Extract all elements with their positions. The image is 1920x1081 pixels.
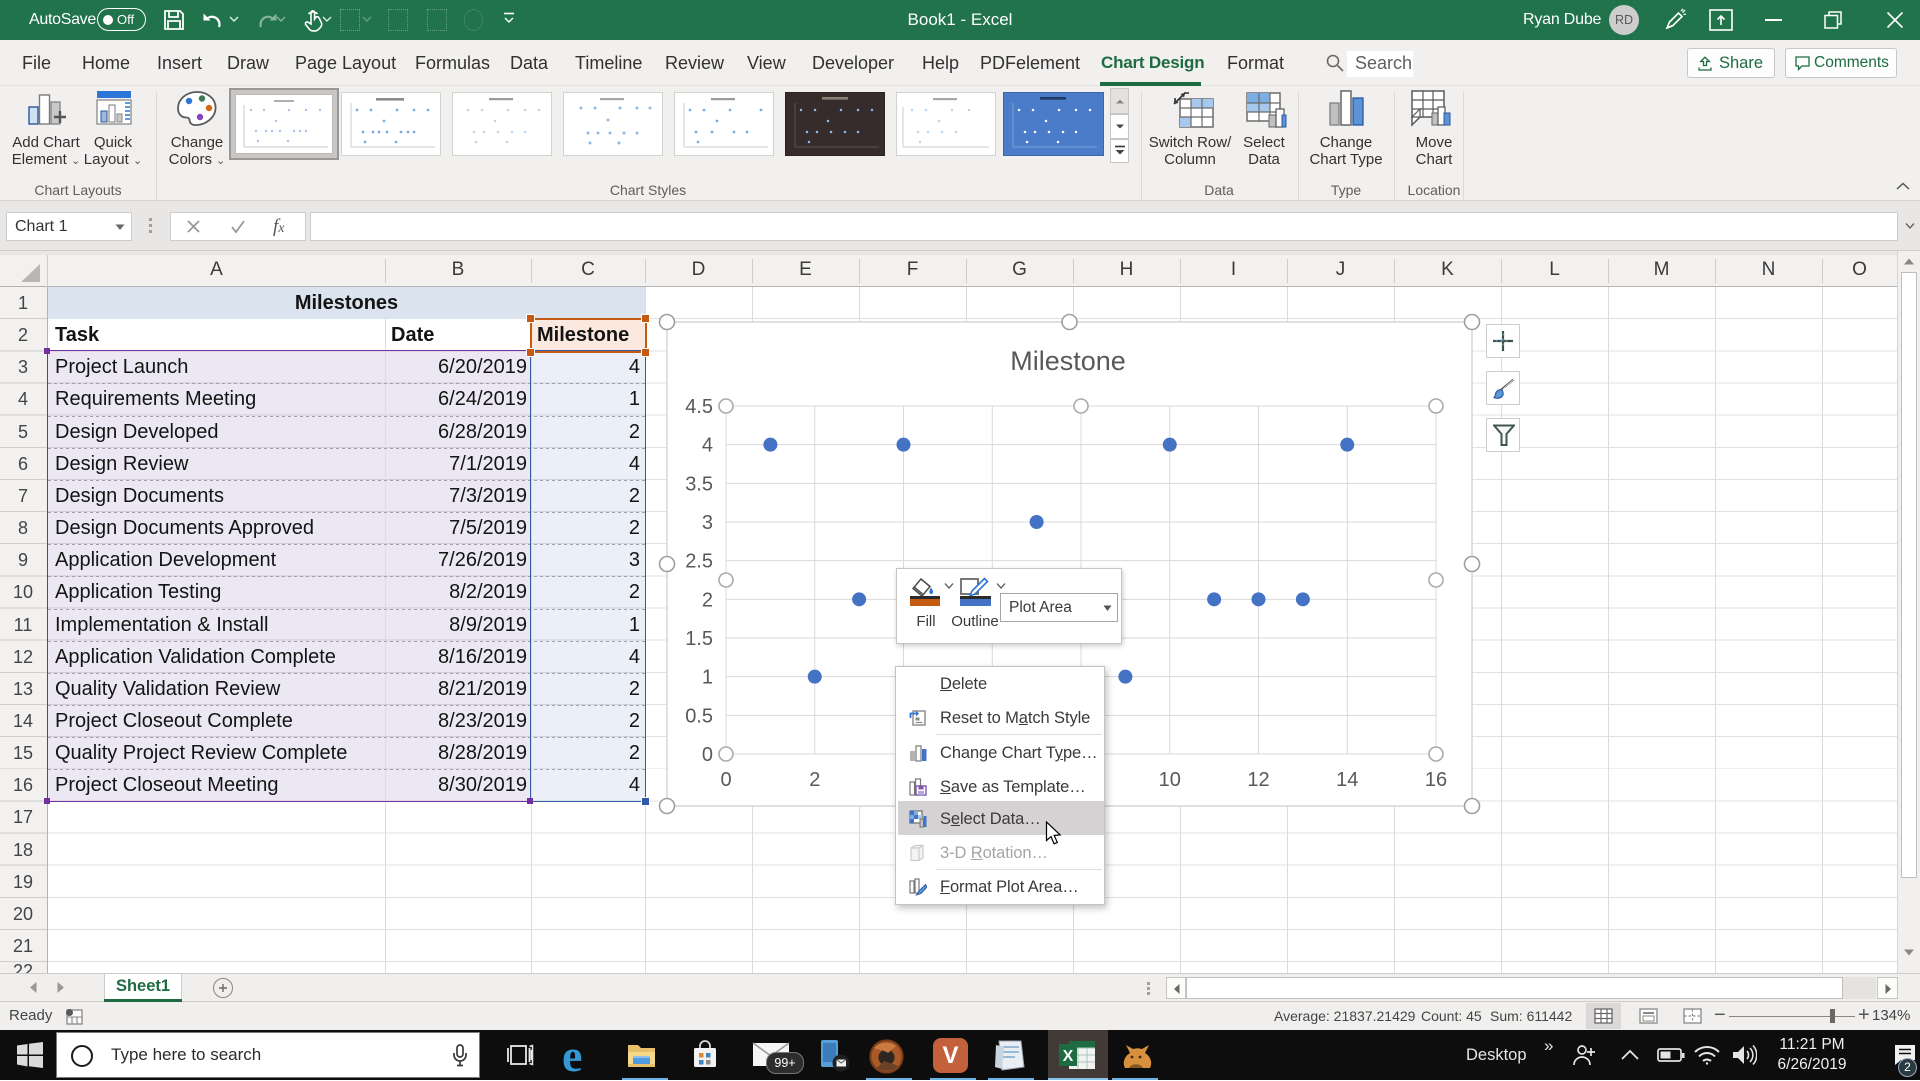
- svg-text:0.5: 0.5: [685, 705, 713, 727]
- svg-text:1.5: 1.5: [685, 628, 713, 650]
- svg-text:2: 2: [809, 769, 820, 791]
- svg-text:X: X: [1063, 1048, 1074, 1065]
- svg-text:0: 0: [702, 744, 713, 766]
- svg-text:3: 3: [702, 512, 713, 534]
- svg-text:10: 10: [1159, 769, 1181, 791]
- svg-text:2.5: 2.5: [685, 551, 713, 573]
- svg-text:1: 1: [702, 667, 713, 689]
- svg-text:2: 2: [702, 589, 713, 611]
- svg-text:16: 16: [1425, 769, 1447, 791]
- svg-text:14: 14: [1336, 769, 1358, 791]
- svg-text:Milestone: Milestone: [1010, 346, 1126, 376]
- svg-text:0: 0: [720, 769, 731, 791]
- svg-text:3.5: 3.5: [685, 473, 713, 495]
- svg-text:4: 4: [702, 435, 713, 457]
- svg-text:12: 12: [1247, 769, 1269, 791]
- svg-text:4.5: 4.5: [685, 396, 713, 418]
